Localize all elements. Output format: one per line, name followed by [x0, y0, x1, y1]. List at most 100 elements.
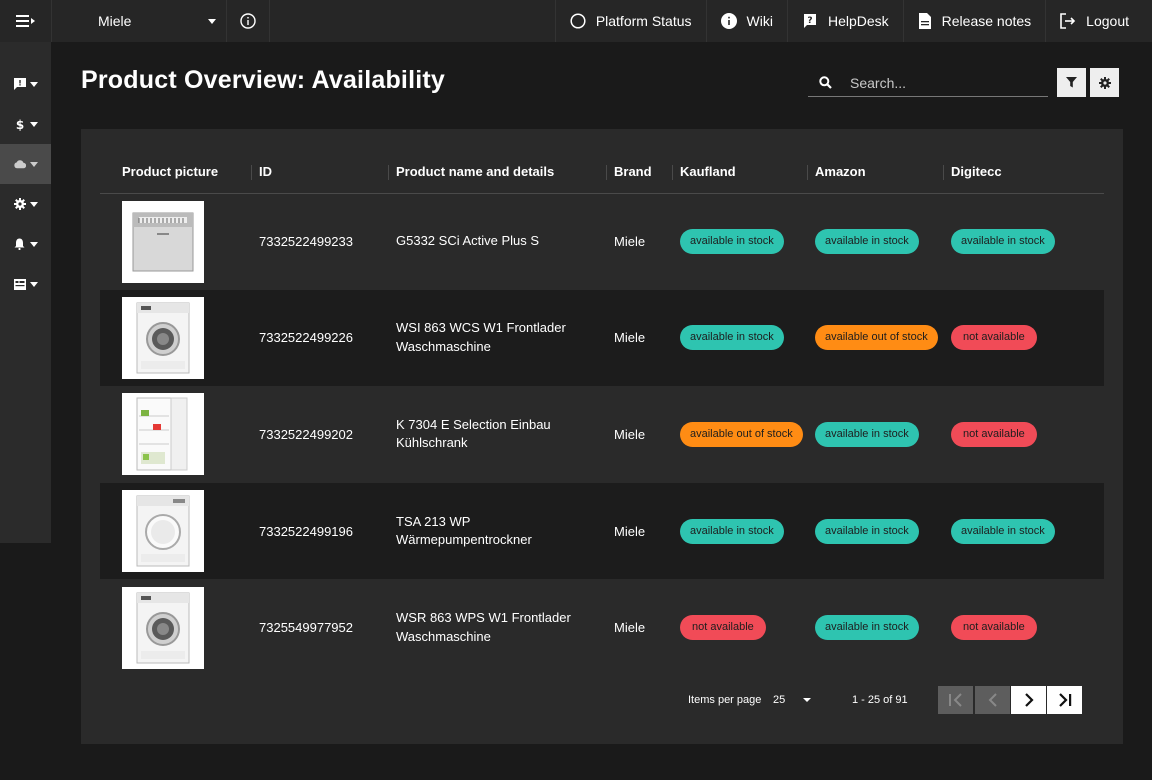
logout-icon	[1060, 13, 1076, 29]
kaufland-cell: available in stock	[680, 289, 815, 387]
amazon-cell: available in stock	[815, 579, 951, 676]
items-per-page-select[interactable]: 25	[773, 694, 785, 706]
kaufland-status-badge: available in stock	[680, 325, 784, 351]
product-thumbnail[interactable]	[122, 586, 204, 669]
digitecc-cell: available in stock	[951, 482, 1104, 580]
logout-link[interactable]: Logout	[1046, 0, 1152, 42]
column-header-digitecc[interactable]: Digitecc	[943, 151, 1104, 194]
search-box	[808, 69, 1048, 97]
menu-collapse-icon	[15, 15, 35, 27]
main-content: Product Overview: Availability Product p…	[51, 42, 1152, 780]
help-icon: ?	[803, 14, 816, 28]
kaufland-cell: not available	[680, 579, 815, 676]
logout-label: Logout	[1086, 13, 1129, 29]
amazon-status-badge: available in stock	[815, 421, 919, 447]
menu-toggle-button[interactable]	[0, 0, 52, 42]
next-page-button[interactable]	[1011, 686, 1046, 714]
sidebar-item-finance[interactable]: $	[0, 104, 51, 144]
digitecc-status-badge: not available	[951, 325, 1037, 351]
items-per-page-label: Items per page	[688, 694, 762, 706]
product-id: 7332522499233	[259, 234, 353, 250]
table-row[interactable]: 7332522499202 K 7304 E Selection Einbau K…	[100, 386, 1104, 483]
sidebar-item-feedback[interactable]	[0, 64, 51, 104]
amazon-status-badge: available in stock	[815, 615, 919, 641]
table-header-row: Product picture ID Product name and deta…	[100, 151, 1104, 194]
amazon-cell: available in stock	[815, 482, 951, 580]
sidebar-item-cloud[interactable]	[0, 144, 51, 184]
chevron-down-icon	[29, 201, 38, 207]
top-bar-spacer	[270, 0, 556, 42]
wiki-link[interactable]: Wiki	[707, 0, 788, 42]
amazon-status-badge: available in stock	[815, 518, 919, 544]
product-picture-cell	[100, 579, 259, 676]
product-thumbnail[interactable]	[122, 490, 204, 573]
release-notes-link[interactable]: Release notes	[904, 0, 1047, 42]
chevron-down-icon[interactable]	[803, 698, 811, 702]
chevron-down-icon	[29, 281, 38, 287]
filter-button[interactable]	[1057, 68, 1086, 97]
last-page-button[interactable]	[1047, 686, 1082, 714]
product-id: 7332522499202	[259, 426, 353, 442]
product-picture-cell	[100, 482, 259, 580]
info-button[interactable]	[227, 0, 270, 42]
product-brand: Miele	[614, 482, 680, 580]
kaufland-status-badge: not available	[680, 615, 766, 641]
kaufland-status-badge: available in stock	[680, 518, 784, 544]
table-row[interactable]: 7332522499226 WSI 863 WCS W1 Frontlader W…	[100, 289, 1104, 387]
svg-text:$: $	[15, 118, 23, 131]
product-brand: Miele	[614, 234, 646, 250]
platform-status-label: Platform Status	[595, 13, 692, 29]
first-page-button[interactable]	[938, 686, 973, 714]
info-icon	[720, 13, 737, 29]
chevron-down-icon	[29, 161, 38, 167]
table-row[interactable]: 7325549977952 WSR 863 WPS W1 Frontlader W…	[100, 579, 1104, 676]
search-icon	[808, 76, 842, 89]
column-header-picture[interactable]: Product picture	[100, 151, 259, 194]
product-thumbnail[interactable]	[122, 393, 204, 476]
pagination: Items per page 25 1 - 25 of 91	[81, 685, 1123, 715]
chevron-left-icon	[988, 693, 997, 707]
filter-icon	[1066, 77, 1077, 88]
product-id: 7332522499226	[259, 289, 396, 387]
kaufland-cell: available in stock	[680, 482, 815, 580]
tenant-select-value: Miele	[98, 13, 132, 29]
column-header-brand[interactable]: Brand	[606, 151, 680, 194]
column-header-id[interactable]: ID	[251, 151, 396, 194]
previous-page-button[interactable]	[975, 686, 1010, 714]
column-header-amazon[interactable]: Amazon	[807, 151, 951, 194]
product-thumbnail[interactable]	[122, 200, 204, 283]
first-page-icon	[948, 693, 962, 707]
product-name: K 7304 E Selection Einbau Kühlschrank	[396, 416, 551, 451]
amazon-cell: available in stock	[815, 193, 951, 290]
column-header-name[interactable]: Product name and details	[388, 151, 614, 194]
platform-status-link[interactable]: Platform Status	[556, 0, 707, 42]
availability-table: Product picture ID Product name and deta…	[100, 151, 1104, 676]
document-icon	[918, 13, 931, 29]
product-id: 7325549977952	[259, 620, 353, 636]
table-row[interactable]: 7332522499196 TSA 213 WP Wärmepumpentrock…	[100, 482, 1104, 580]
sidebar-item-settings[interactable]	[0, 184, 51, 224]
kaufland-status-badge: available out of stock	[680, 421, 803, 447]
product-thumbnail[interactable]	[122, 296, 204, 379]
search-input[interactable]	[842, 74, 1032, 91]
sidebar-item-notifications[interactable]	[0, 224, 51, 264]
info-outline-icon	[240, 13, 256, 29]
kaufland-cell: available out of stock	[680, 386, 815, 483]
product-brand: Miele	[614, 426, 646, 442]
settings-button[interactable]	[1090, 68, 1119, 97]
column-header-kaufland[interactable]: Kaufland	[672, 151, 815, 194]
digitecc-cell: not available	[951, 289, 1104, 387]
digitecc-cell: not available	[951, 386, 1104, 483]
digitecc-status-badge: available in stock	[951, 229, 1055, 255]
feedback-icon	[13, 78, 26, 90]
sidebar-item-dashboard[interactable]	[0, 264, 51, 304]
cloud-icon	[13, 158, 26, 170]
helpdesk-link[interactable]: ? HelpDesk	[788, 0, 904, 42]
amazon-cell: available in stock	[815, 386, 951, 483]
digitecc-status-badge: available in stock	[951, 518, 1055, 544]
kaufland-status-badge: available in stock	[680, 229, 784, 255]
digitecc-cell: not available	[951, 579, 1104, 676]
helpdesk-label: HelpDesk	[827, 13, 889, 29]
table-row[interactable]: 7332522499233 G5332 SCi Active Plus S Miel…	[100, 193, 1104, 290]
tenant-select[interactable]: Miele	[52, 0, 227, 42]
